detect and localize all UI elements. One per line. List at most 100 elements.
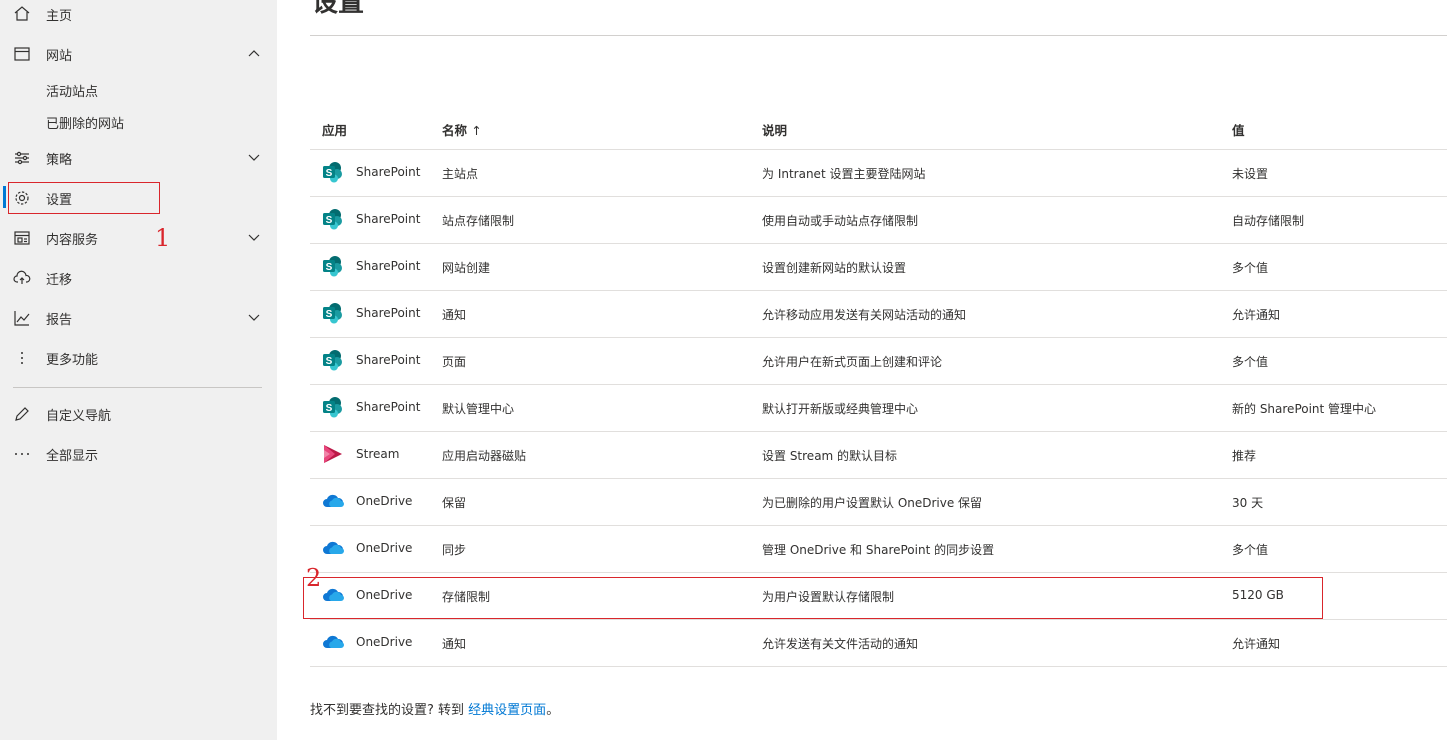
cell-app: SharePoint <box>356 259 421 273</box>
cell-description: 管理 OneDrive 和 SharePoint 的同步设置 <box>762 543 995 557</box>
chevron-down-icon[interactable] <box>247 312 261 322</box>
cell-name[interactable]: 页面 <box>442 353 466 370</box>
nav-item-customize-navigation[interactable]: 自定义导航 <box>0 396 277 432</box>
chevron-up-icon[interactable] <box>247 48 261 58</box>
cell-value: 新的 SharePoint 管理中心 <box>1232 402 1377 416</box>
table-header: 应用 名称 ↑ 说明 值 <box>310 105 1447 150</box>
cell-app: SharePoint <box>356 306 421 320</box>
cell-description: 允许发送有关文件活动的通知 <box>762 637 919 651</box>
column-header-name[interactable]: 名称 ↑ <box>442 120 482 139</box>
more-horizontal-icon <box>15 453 29 455</box>
nav-item-policies[interactable]: 策略 <box>0 140 277 176</box>
cell-app: OneDrive <box>356 635 413 649</box>
cell-value: 允许通知 <box>1232 637 1281 651</box>
cell-app: SharePoint <box>356 165 421 179</box>
table-row[interactable]: S SharePoint 主站点 为 Intranet 设置主要登陆网站 未设置 <box>310 149 1447 197</box>
table-row[interactable]: S SharePoint 网站创建 设置创建新网站的默认设置 多个值 <box>310 243 1447 291</box>
svg-text:S: S <box>326 215 333 226</box>
nav-item-label: 策略 <box>46 152 73 168</box>
nav-item-label: 迁移 <box>46 272 73 288</box>
svg-text:S: S <box>326 262 333 273</box>
nav-subitem-deleted-sites[interactable]: 已删除的网站 <box>46 113 124 132</box>
sort-ascending-icon: ↑ <box>471 123 482 138</box>
column-header-value[interactable]: 值 <box>1232 120 1245 139</box>
cell-value: 自动存储限制 <box>1232 214 1305 228</box>
cell-name[interactable]: 站点存储限制 <box>442 212 514 229</box>
cell-name[interactable]: 默认管理中心 <box>442 400 514 417</box>
nav-item-more-features[interactable]: 更多功能 <box>0 340 277 376</box>
sliders-icon <box>15 151 29 165</box>
nav-item-migration[interactable]: 迁移 <box>0 260 277 296</box>
cell-app: SharePoint <box>356 212 421 226</box>
nav-item-label: 主页 <box>46 8 73 24</box>
cell-description: 允许用户在新式页面上创建和评论 <box>762 355 943 369</box>
column-header-name-label: 名称 <box>442 123 468 138</box>
svg-text:S: S <box>326 309 333 320</box>
nav-item-home[interactable]: 主页 <box>0 0 277 32</box>
table-row[interactable]: OneDrive 通知 允许发送有关文件活动的通知 允许通知 <box>310 619 1447 667</box>
nav-divider <box>13 387 262 388</box>
cell-app: SharePoint <box>356 400 421 414</box>
cell-description: 默认打开新版或经典管理中心 <box>762 402 919 416</box>
column-header-app[interactable]: 应用 <box>322 120 347 139</box>
table-row[interactable]: S SharePoint 站点存储限制 使用自动或手动站点存储限制 自动存储限制 <box>310 196 1447 244</box>
cell-description: 为已删除的用户设置默认 OneDrive 保留 <box>762 496 983 510</box>
cell-value: 多个值 <box>1232 261 1269 275</box>
browser-window-icon <box>14 47 30 61</box>
table-row[interactable]: OneDrive 保留 为已删除的用户设置默认 OneDrive 保留 30 天 <box>310 478 1447 526</box>
svg-text:S: S <box>326 403 333 414</box>
nav-item-label: 内容服务 <box>46 232 99 248</box>
nav-item-show-all[interactable]: 全部显示 <box>0 436 277 472</box>
nav-item-label: 更多功能 <box>46 352 99 368</box>
sharepoint-icon: S <box>323 397 342 418</box>
nav-item-content-services[interactable]: 内容服务 <box>0 220 277 256</box>
cell-name[interactable]: 应用启动器磁贴 <box>442 447 526 464</box>
table-row[interactable]: Stream 应用启动器磁贴 设置 Stream 的默认目标 推荐 <box>310 431 1447 479</box>
cell-value: 多个值 <box>1232 543 1269 557</box>
nav-item-sites[interactable]: 网站 <box>0 36 277 72</box>
cell-description: 允许移动应用发送有关网站活动的通知 <box>762 308 967 322</box>
cell-value: 30 天 <box>1232 496 1264 510</box>
cell-name[interactable]: 主站点 <box>442 165 478 182</box>
cell-value: 多个值 <box>1232 355 1269 369</box>
line-chart-icon <box>14 311 30 326</box>
sharepoint-icon: S <box>323 162 342 183</box>
cell-name[interactable]: 同步 <box>442 541 466 558</box>
cell-description: 设置创建新网站的默认设置 <box>762 261 907 275</box>
home-icon <box>14 6 30 21</box>
cloud-upload-icon <box>13 270 31 284</box>
table-row[interactable]: S SharePoint 默认管理中心 默认打开新版或经典管理中心 新的 SharePo… <box>310 384 1447 432</box>
nav-item-label: 网站 <box>46 48 73 64</box>
svg-text:S: S <box>326 168 333 179</box>
column-header-description[interactable]: 说明 <box>762 120 787 139</box>
classic-settings-link[interactable]: 经典设置页面 <box>468 703 546 718</box>
sharepoint-icon: S <box>323 303 342 324</box>
annotation-box-2 <box>303 577 1323 619</box>
nav-item-label: 全部显示 <box>46 448 99 464</box>
cell-value: 推荐 <box>1232 449 1257 463</box>
sharepoint-icon: S <box>323 350 342 371</box>
svg-text:S: S <box>326 356 333 367</box>
cell-app: Stream <box>356 447 400 461</box>
cell-app: OneDrive <box>356 541 413 555</box>
cell-app: SharePoint <box>356 353 421 367</box>
left-navigation: 主页 网站 活动站点 已删除的网站 策略 设置 内容服务 迁移 报告 更多功能 <box>0 0 277 740</box>
cell-name[interactable]: 保留 <box>442 494 466 511</box>
cell-name[interactable]: 通知 <box>442 306 466 323</box>
table-row[interactable]: S SharePoint 页面 允许用户在新式页面上创建和评论 多个值 <box>310 337 1447 385</box>
table-row[interactable]: OneDrive 同步 管理 OneDrive 和 SharePoint 的同步设置… <box>310 525 1447 573</box>
cell-name[interactable]: 网站创建 <box>442 259 490 276</box>
annotation-number-1: 1 <box>155 224 171 252</box>
nav-item-label: 自定义导航 <box>46 408 112 424</box>
table-row[interactable]: S SharePoint 通知 允许移动应用发送有关网站活动的通知 允许通知 <box>310 290 1447 338</box>
onedrive-icon <box>323 635 344 648</box>
footer-period: 。 <box>546 703 560 718</box>
nav-item-reports[interactable]: 报告 <box>0 300 277 336</box>
chevron-down-icon[interactable] <box>247 232 261 242</box>
title-divider <box>310 35 1447 36</box>
cell-description: 设置 Stream 的默认目标 <box>762 449 898 463</box>
cell-name[interactable]: 通知 <box>442 635 466 652</box>
cell-description: 使用自动或手动站点存储限制 <box>762 214 919 228</box>
chevron-down-icon[interactable] <box>247 152 261 162</box>
nav-subitem-active-sites[interactable]: 活动站点 <box>46 81 98 100</box>
